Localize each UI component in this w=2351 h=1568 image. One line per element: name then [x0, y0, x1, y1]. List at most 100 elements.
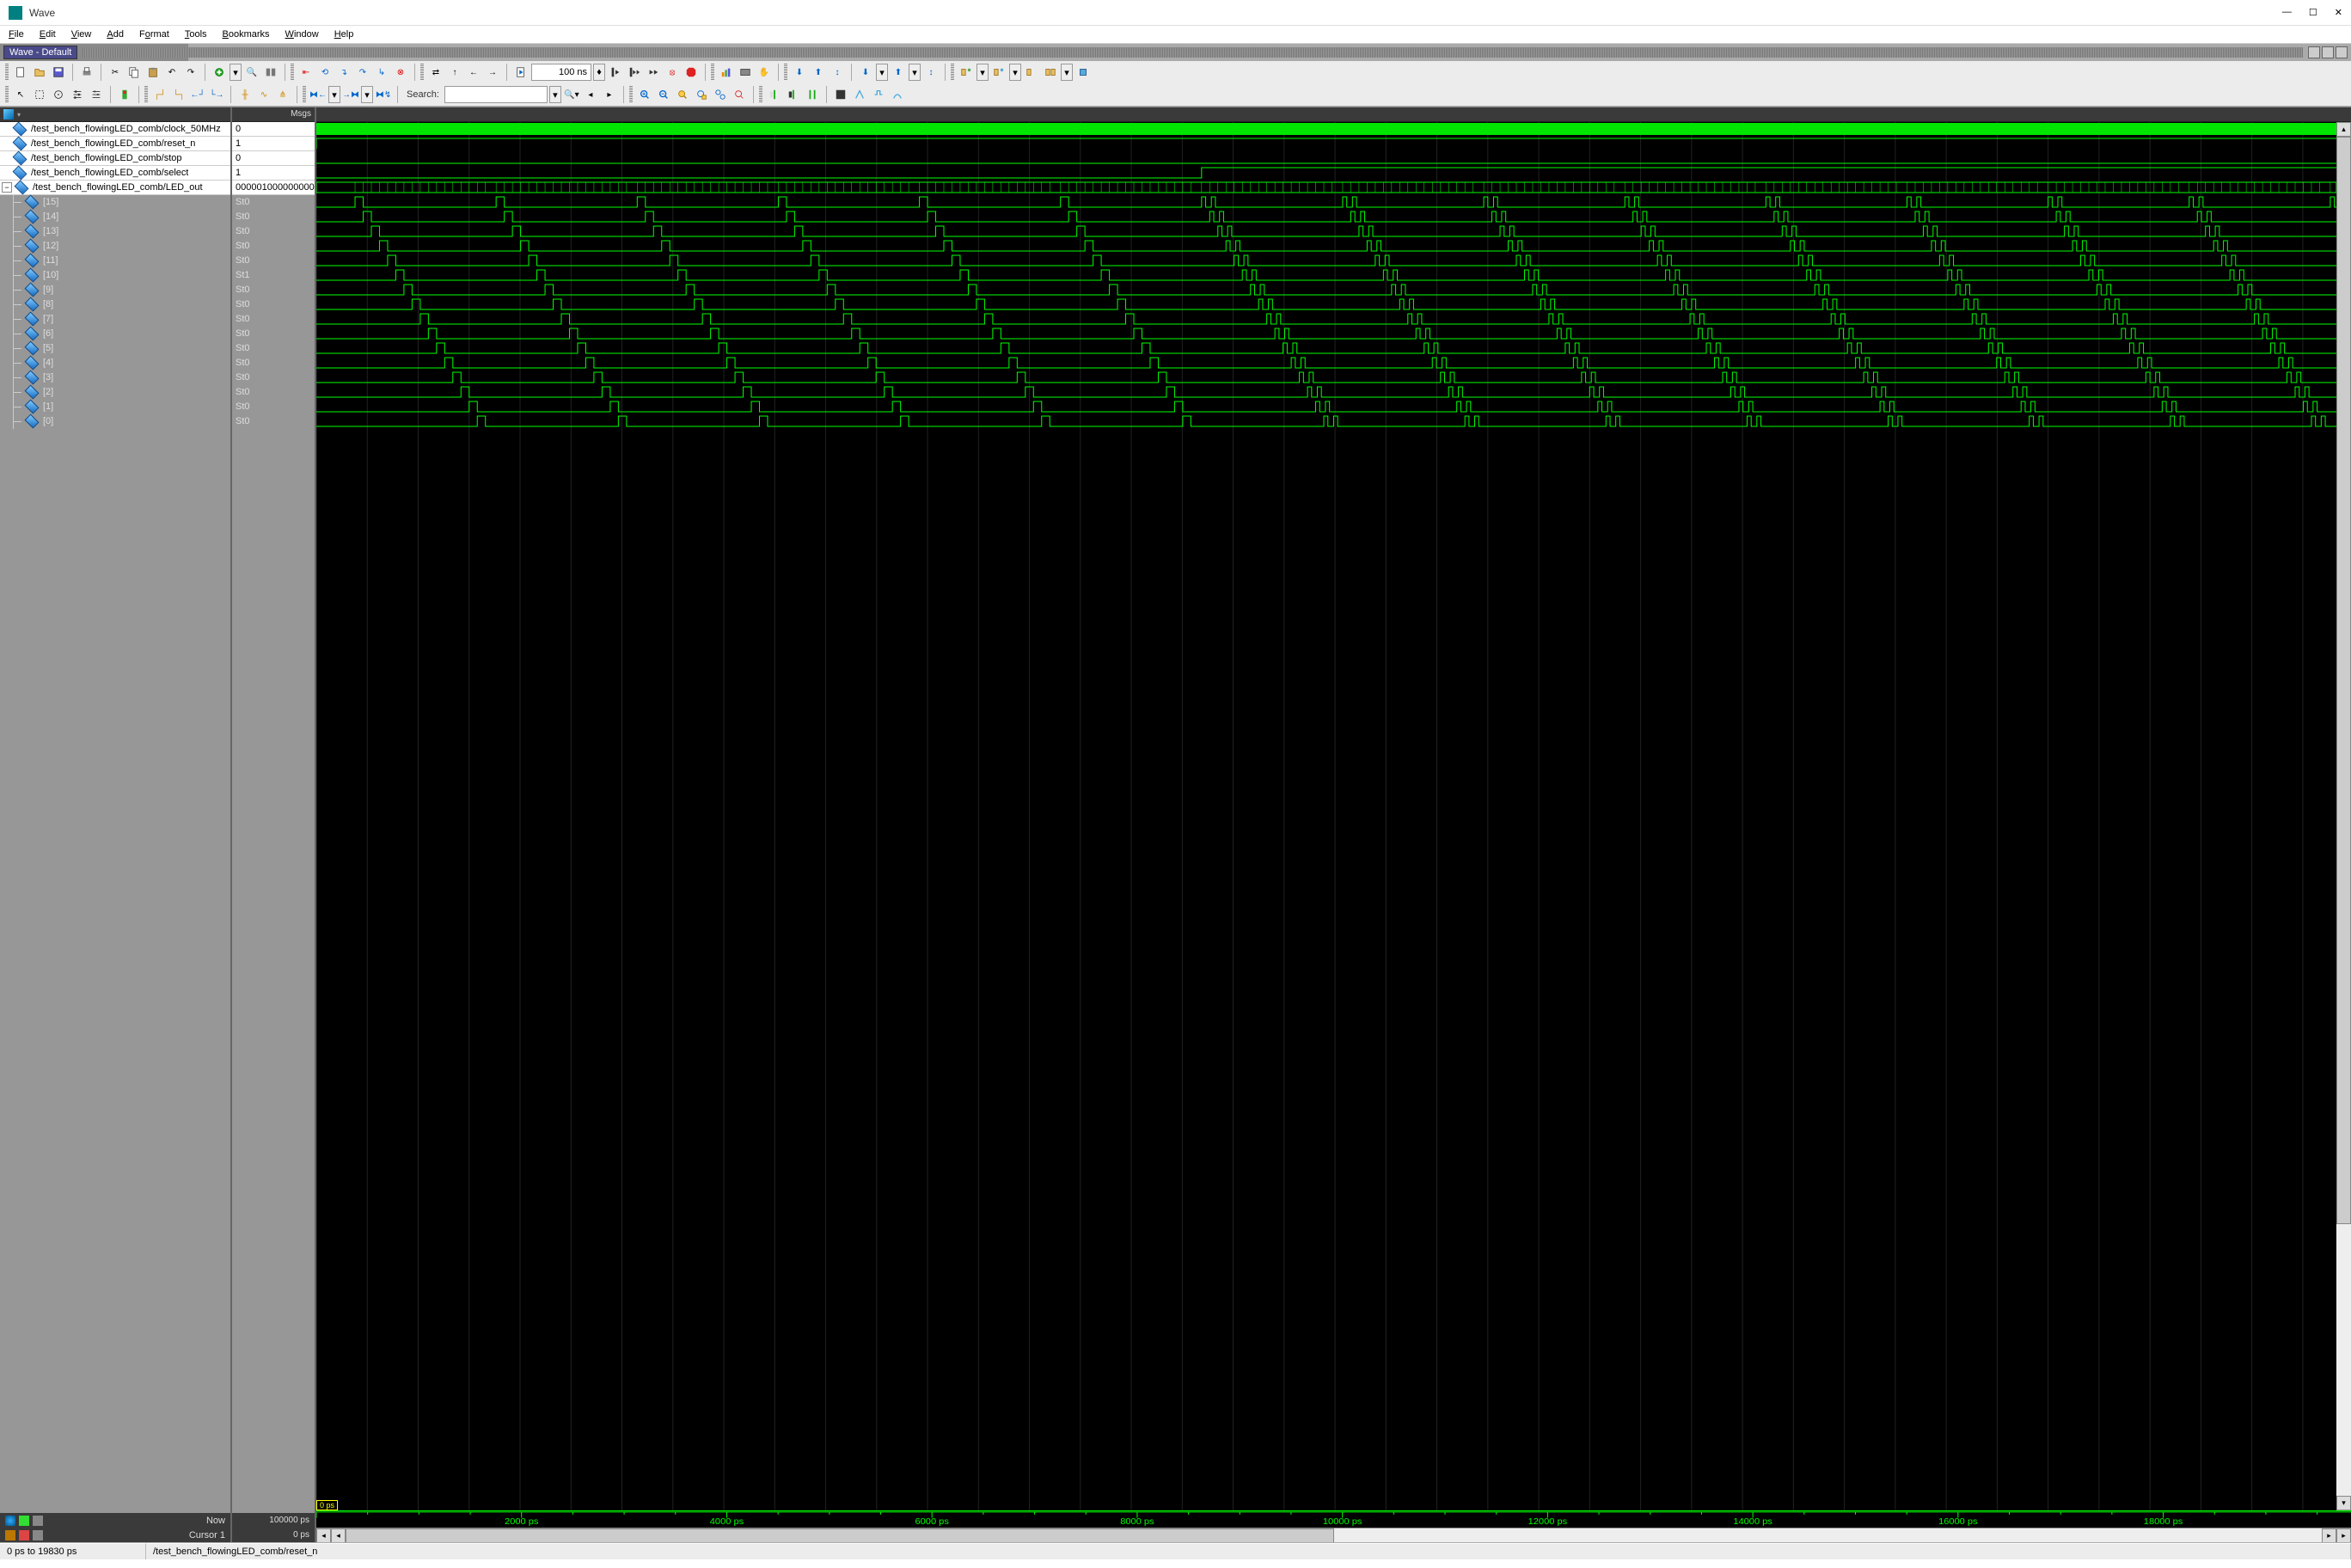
toolbar-grip[interactable]: [144, 86, 148, 103]
breakpoint-button[interactable]: [116, 86, 133, 103]
menu-help[interactable]: Help: [334, 29, 354, 40]
signal-row[interactable]: [0]: [0, 414, 230, 429]
trace-button[interactable]: ✋: [756, 64, 773, 81]
time-axis[interactable]: 2000 ps4000 ps6000 ps8000 ps10000 ps1200…: [316, 1510, 2351, 1528]
cursor-expand2-button[interactable]: ↕: [922, 64, 940, 81]
add-button[interactable]: [211, 64, 228, 81]
signal-row[interactable]: [12]: [0, 239, 230, 254]
layout2-dropdown[interactable]: ▾: [1009, 64, 1021, 81]
scroll-down-button[interactable]: ▾: [2336, 1496, 2351, 1510]
signal-name[interactable]: [5]: [43, 343, 53, 353]
scroll-vthumb[interactable]: [2336, 137, 2351, 1224]
toolbar-grip[interactable]: [303, 86, 306, 103]
filter-out-button[interactable]: →⧓: [342, 86, 359, 103]
restart-button[interactable]: ⟲: [316, 64, 334, 81]
step-out-button[interactable]: ↳: [373, 64, 390, 81]
signal-name[interactable]: /test_bench_flowingLED_comb/clock_50MHz: [31, 124, 221, 134]
signal-row[interactable]: [7]: [0, 312, 230, 327]
search-dropdown[interactable]: ▾: [549, 86, 561, 103]
close-pane-button[interactable]: [2336, 46, 2348, 58]
signal-name[interactable]: [3]: [43, 372, 53, 383]
layout1-button[interactable]: [958, 64, 975, 81]
add-dropdown[interactable]: ▾: [230, 64, 242, 81]
break-run-button[interactable]: ⦻: [664, 64, 681, 81]
scroll-thumb[interactable]: [346, 1528, 1334, 1543]
search-opts-button[interactable]: 🔍▾: [563, 86, 580, 103]
view2-button[interactable]: [785, 86, 802, 103]
cursor-prev-trans2-button[interactable]: ⬇: [857, 64, 874, 81]
break-button[interactable]: ⊗: [392, 64, 409, 81]
redo-button[interactable]: ↷: [182, 64, 199, 81]
menu-file[interactable]: File: [9, 29, 24, 40]
layout2-button[interactable]: [990, 64, 1007, 81]
max-pane-button[interactable]: [2322, 46, 2334, 58]
scroll-up-button[interactable]: ▴: [2336, 122, 2351, 137]
signal-name[interactable]: /test_bench_flowingLED_comb/select: [31, 168, 188, 178]
signal-name[interactable]: [10]: [43, 270, 58, 280]
zoom-area-button[interactable]: [31, 86, 48, 103]
toolbar-grip[interactable]: [759, 86, 762, 103]
view7-button[interactable]: [889, 86, 906, 103]
signal-name[interactable]: [6]: [43, 328, 53, 339]
zoom-target-button[interactable]: [50, 86, 67, 103]
new-button[interactable]: [12, 64, 29, 81]
toolbar-grip[interactable]: [711, 64, 714, 81]
header-grip[interactable]: [83, 47, 2303, 58]
layout4-dropdown[interactable]: ▾: [1061, 64, 1073, 81]
filter-in-button[interactable]: ⧓←: [309, 86, 327, 103]
signal-name[interactable]: /test_bench_flowingLED_comb/LED_out: [33, 182, 203, 193]
layout5-button[interactable]: [1074, 64, 1092, 81]
select-tool-button[interactable]: ↖: [12, 86, 29, 103]
horizontal-scrollbar[interactable]: ◂ ◂ ▸ ▸: [316, 1528, 2351, 1542]
signal-name[interactable]: [8]: [43, 299, 53, 309]
zoom-full-button[interactable]: [674, 86, 691, 103]
signal-name[interactable]: /test_bench_flowingLED_comb/stop: [31, 153, 182, 163]
cursor-prev-trans-button[interactable]: ⬇: [791, 64, 808, 81]
signal-row[interactable]: [9]: [0, 283, 230, 297]
waveform-panel[interactable]: 0 ps 2000 ps4000 ps6000 ps8000 ps10000 p…: [316, 107, 2351, 1542]
dock-button[interactable]: [2308, 46, 2320, 58]
layout1-dropdown[interactable]: ▾: [977, 64, 989, 81]
view4-button[interactable]: [832, 86, 849, 103]
filter-out-dropdown[interactable]: ▾: [361, 86, 373, 103]
minimize-button[interactable]: —: [2282, 7, 2292, 18]
zoom-other-button[interactable]: [731, 86, 748, 103]
toolbar-grip[interactable]: [629, 86, 633, 103]
zoom-range-button[interactable]: [712, 86, 729, 103]
collapse-button[interactable]: −: [2, 182, 12, 193]
signal-row[interactable]: [15]: [0, 195, 230, 210]
signal-name[interactable]: [14]: [43, 211, 58, 222]
signal-row[interactable]: [2]: [0, 385, 230, 400]
run-all-button[interactable]: [626, 64, 643, 81]
view1-button[interactable]: [766, 86, 783, 103]
edge-next-button[interactable]: └→: [208, 86, 225, 103]
stop-run-button[interactable]: [683, 64, 700, 81]
signal-row[interactable]: /test_bench_flowingLED_comb/select: [0, 166, 230, 181]
find-button[interactable]: 🔍: [243, 64, 260, 81]
signal-name[interactable]: [7]: [43, 314, 53, 324]
footer-cursor-row[interactable]: Cursor 1: [0, 1528, 230, 1542]
toolbar-grip[interactable]: [5, 86, 9, 103]
signal-row[interactable]: /test_bench_flowingLED_comb/clock_50MHz: [0, 122, 230, 137]
toggle-leaf-button[interactable]: [262, 64, 279, 81]
signal-row[interactable]: [6]: [0, 327, 230, 341]
undo-button[interactable]: ↶: [163, 64, 181, 81]
signal-name[interactable]: [4]: [43, 358, 53, 368]
close-button[interactable]: ✕: [2335, 7, 2342, 18]
memory-button[interactable]: [737, 64, 754, 81]
profile-button[interactable]: [718, 64, 735, 81]
cursor-next-dropdown[interactable]: ▾: [909, 64, 921, 81]
toolbar-grip[interactable]: [291, 64, 294, 81]
menu-bookmarks[interactable]: Bookmarks: [223, 29, 270, 40]
cursor-next-trans-button[interactable]: ⬆: [810, 64, 827, 81]
run-once-button[interactable]: [607, 64, 624, 81]
filter-in-dropdown[interactable]: ▾: [328, 86, 340, 103]
signal-row[interactable]: [13]: [0, 224, 230, 239]
toggle-wave2-button[interactable]: ⋔: [274, 86, 291, 103]
toggle-wave1-button[interactable]: ∿: [255, 86, 272, 103]
copy-button[interactable]: [126, 64, 143, 81]
signal-row[interactable]: [14]: [0, 210, 230, 224]
signal-row[interactable]: [10]: [0, 268, 230, 283]
signal-name[interactable]: [12]: [43, 241, 58, 251]
signal-row[interactable]: [4]: [0, 356, 230, 371]
